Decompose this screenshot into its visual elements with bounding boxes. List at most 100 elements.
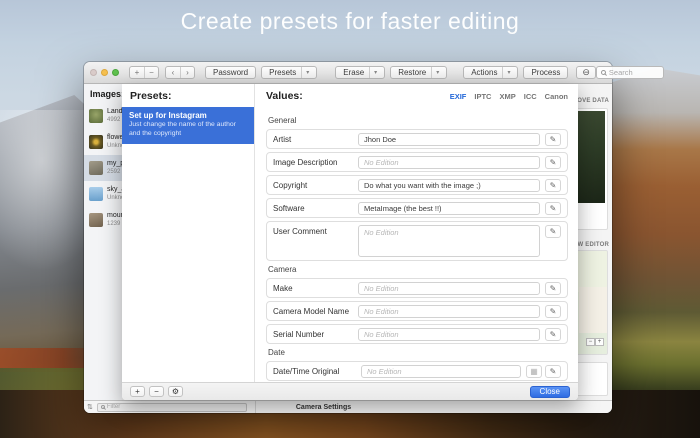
edit-button[interactable]: ✎ (545, 201, 561, 215)
field-row-make: Make ✎ (266, 278, 568, 298)
edit-button[interactable]: ✎ (545, 281, 561, 295)
window-toolbar: + − ‹ › Password Presets ▾ Erase ▾ Resto… (84, 62, 664, 84)
edit-button[interactable]: ✎ (545, 364, 561, 378)
pencil-icon: ✎ (549, 203, 557, 213)
chevron-down-icon: ▾ (301, 67, 309, 78)
edit-button[interactable]: ✎ (545, 225, 561, 238)
values-scroll-area[interactable]: General Artist ✎ Image Description ✎ Cop… (256, 110, 578, 382)
add-preset-button[interactable]: + (130, 386, 145, 397)
map-zoom-in-button[interactable]: + (595, 338, 604, 346)
minimize-window-button[interactable] (101, 69, 108, 76)
photo-preview (578, 111, 605, 203)
images-header: Images: (90, 89, 122, 99)
edit-button[interactable]: ✎ (545, 155, 561, 169)
password-button[interactable]: Password (205, 66, 257, 79)
images-panel: Images: Lands 4992 x flowe Unkno my_p (84, 84, 122, 400)
remove-data-label: MOVE DATA (578, 98, 609, 104)
pencil-icon: ✎ (549, 306, 557, 316)
gear-icon: ⚙ (171, 387, 180, 396)
close-sheet-button[interactable]: Close (529, 385, 570, 398)
nav-segment: ‹ › (165, 66, 195, 79)
presets-header: Presets: (130, 90, 172, 102)
search-icon (100, 405, 105, 409)
search-input[interactable] (608, 68, 659, 77)
pencil-icon: ✎ (549, 283, 557, 293)
field-row-user-comment: User Comment No Edition ✎ (266, 221, 568, 261)
tab-canon[interactable]: Canon (545, 92, 568, 101)
add-remove-segment: + − (129, 66, 159, 79)
actions-dropdown[interactable]: Actions ▾ (463, 66, 519, 79)
camera-settings-header: Camera Settings (295, 403, 352, 411)
map-zoom-out-button[interactable]: − (586, 338, 595, 346)
camera-model-input[interactable] (358, 304, 540, 318)
hero-title: Create presets for faster editing (180, 8, 520, 34)
add-image-button[interactable]: + (130, 67, 144, 78)
erase-dropdown[interactable]: Erase ▾ (335, 66, 386, 79)
forward-button[interactable]: › (180, 67, 194, 78)
edit-button[interactable]: ✎ (545, 327, 561, 341)
edit-button[interactable]: ✎ (545, 304, 561, 318)
image-thumbnail (89, 187, 103, 201)
pencil-icon: ✎ (549, 329, 557, 339)
section-label-general: General (268, 116, 297, 125)
user-comment-textarea[interactable]: No Edition (358, 225, 540, 257)
chevron-down-icon: ▾ (502, 67, 510, 78)
tab-xmp[interactable]: XMP (499, 92, 515, 101)
restore-dropdown[interactable]: Restore ▾ (390, 66, 448, 79)
presets-dropdown[interactable]: Presets ▾ (261, 66, 318, 79)
tab-iptc[interactable]: IPTC (474, 92, 491, 101)
values-header: Values: EXIF IPTC XMP ICC Canon (256, 84, 578, 106)
edit-button[interactable]: ✎ (545, 178, 561, 192)
values-title: Values: (266, 90, 303, 102)
image-list-item[interactable]: Lands 4992 x (84, 103, 122, 129)
detail-box (578, 362, 608, 396)
zoom-window-button[interactable] (112, 69, 119, 76)
details-panel: MOVE DATA OW EDITOR − + (578, 84, 612, 400)
field-row-copyright: Copyright ✎ (266, 175, 568, 195)
software-input[interactable] (358, 201, 540, 215)
image-thumbnail (89, 213, 103, 227)
image-list-item[interactable]: moun 1239 x (84, 207, 122, 233)
tab-exif[interactable]: EXIF (450, 92, 467, 101)
image-thumbnail (89, 161, 103, 175)
image-list-item[interactable]: flowe Unkno (84, 129, 122, 155)
calendar-icon: ▦ (530, 366, 538, 376)
filter-input[interactable] (106, 404, 243, 410)
section-label-camera: Camera (268, 265, 297, 274)
app-window: + − ‹ › Password Presets ▾ Erase ▾ Resto… (84, 62, 664, 413)
serial-number-input[interactable] (358, 327, 540, 341)
pencil-icon: ✎ (549, 134, 557, 144)
image-description-input[interactable] (358, 155, 540, 169)
presets-column: Presets: Set up for Instagram Just chang… (122, 84, 255, 382)
image-list-item[interactable]: sky_a Unkno (84, 181, 122, 207)
copyright-input[interactable] (358, 178, 540, 192)
map-widget: − + (578, 250, 608, 355)
filter-field[interactable] (96, 402, 247, 412)
remove-image-button[interactable]: − (144, 67, 158, 78)
bottom-filter-bar: ⇅ Camera Settings (84, 400, 612, 413)
values-column: Values: EXIF IPTC XMP ICC Canon General … (256, 84, 578, 382)
remove-preset-button[interactable]: − (149, 386, 164, 397)
calendar-button[interactable]: ▦ (526, 364, 542, 378)
edit-button[interactable]: ✎ (545, 132, 561, 146)
preset-settings-button[interactable]: ⚙ (168, 386, 183, 397)
preset-item-selected[interactable]: Set up for Instagram Just change the nam… (122, 107, 254, 144)
chevron-down-icon: ▾ (431, 67, 439, 78)
back-button[interactable]: ‹ (166, 67, 180, 78)
sort-icon[interactable]: ⇅ (87, 403, 93, 411)
field-row-serial-number: Serial Number ✎ (266, 324, 568, 344)
field-row-datetime-original: Date/Time Original ▦ ✎ (266, 361, 568, 381)
show-editor-label: OW EDITOR (578, 242, 609, 248)
toolbar-search[interactable] (595, 66, 664, 79)
pencil-icon: ✎ (549, 180, 557, 190)
make-input[interactable] (358, 281, 540, 295)
share-button[interactable]: ⊖ (576, 66, 596, 79)
metadata-tabs: EXIF IPTC XMP ICC Canon (450, 92, 568, 101)
artist-input[interactable] (358, 132, 540, 146)
image-list-item-selected[interactable]: my_p 2592 x (84, 155, 122, 181)
tab-icc[interactable]: ICC (524, 92, 537, 101)
process-button[interactable]: Process (523, 66, 569, 79)
close-window-button[interactable] (90, 69, 97, 76)
image-thumbnail (89, 135, 103, 149)
datetime-original-input[interactable] (361, 364, 521, 378)
